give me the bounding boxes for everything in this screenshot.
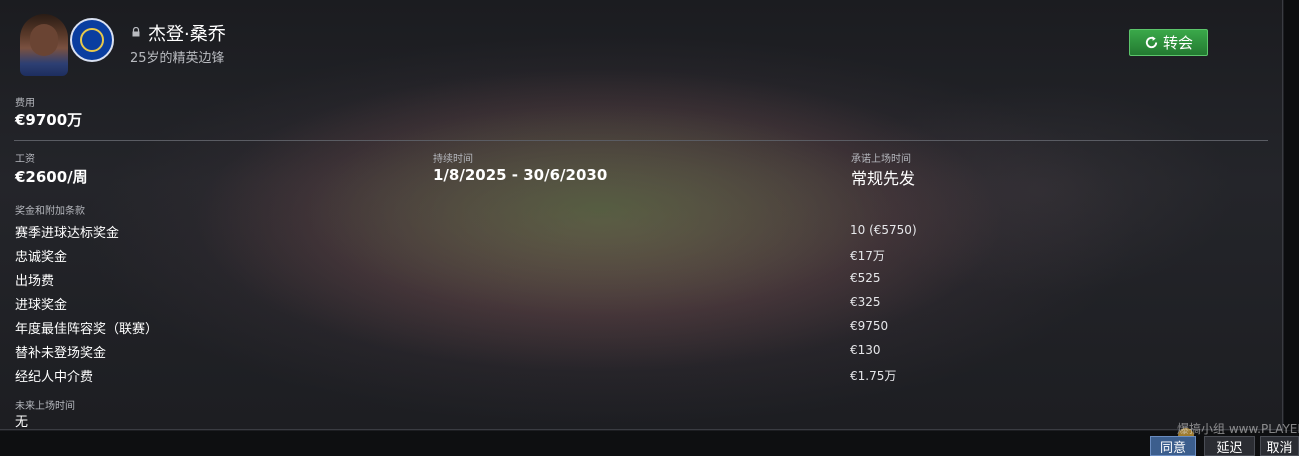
action-bar — [0, 431, 1299, 456]
bonus-row: 进球奖金 €325 — [14, 294, 1214, 316]
lock-icon — [132, 27, 140, 37]
duration-label: 持续时间 — [433, 154, 473, 165]
chelsea-badge-icon[interactable] — [70, 18, 114, 62]
player-description: 25岁的精英边锋 — [130, 51, 225, 66]
bonus-name: 替补未登场奖金 — [15, 346, 107, 361]
refresh-icon — [1145, 36, 1158, 49]
bonus-name: 经纪人中介费 — [15, 370, 94, 385]
bonus-value: €17万 — [850, 249, 885, 263]
future-playing-time-value: 无 — [15, 415, 29, 430]
transfer-button-label: 转会 — [1162, 34, 1193, 52]
badge-lion-icon — [80, 28, 104, 52]
player-name[interactable]: 杰登·桑乔 — [148, 20, 226, 46]
bonus-row: 替补未登场奖金 €130 — [14, 342, 1214, 364]
future-playing-time-label: 未来上场时间 — [15, 401, 75, 412]
bonus-value: €525 — [850, 271, 881, 285]
wage-value: €2600/周 — [15, 168, 88, 186]
player-avatar[interactable] — [20, 14, 68, 76]
bonus-row: 忠诚奖金 €17万 — [14, 246, 1214, 268]
watermark: 爆搞小组 www.PLAYER.CN — [1177, 422, 1299, 436]
wage-label: 工资 — [15, 154, 35, 165]
bonus-name: 出场费 — [15, 274, 55, 289]
bonus-name: 年度最佳阵容奖（联赛） — [15, 322, 159, 337]
bonus-name: 忠诚奖金 — [15, 250, 68, 265]
bonus-row: 年度最佳阵容奖（联赛） €9750 — [14, 318, 1214, 340]
delay-button[interactable]: 延迟 — [1204, 436, 1255, 456]
bonuses-label: 奖金和附加条款 — [15, 206, 85, 217]
bonus-value: €1.75万 — [850, 369, 897, 383]
player-face — [30, 24, 58, 56]
fee-label: 费用 — [15, 98, 35, 109]
duration-value: 1/8/2025 - 30/6/2030 — [433, 166, 608, 184]
cancel-button[interactable]: 取消 — [1260, 436, 1299, 456]
fee-value: €9700万 — [15, 111, 83, 129]
bonus-name: 进球奖金 — [15, 298, 68, 313]
playing-time-value: 常规先发 — [851, 169, 916, 188]
agree-button[interactable]: 同意 — [1150, 436, 1196, 456]
bonus-value: €325 — [850, 295, 881, 309]
bonus-row: 经纪人中介费 €1.75万 — [14, 366, 1214, 388]
player-header: 杰登·桑乔 25岁的精英边锋 转会 — [0, 0, 1283, 90]
bonus-row: 赛季进球达标奖金 10 (€5750) — [14, 222, 1214, 244]
bonus-value: €130 — [850, 343, 881, 357]
bonus-row: 出场费 €525 — [14, 270, 1214, 292]
bonus-value: €9750 — [850, 319, 889, 333]
divider — [14, 140, 1268, 141]
scrollbar[interactable] — [1284, 0, 1299, 430]
playing-time-label: 承诺上场时间 — [851, 154, 911, 165]
bonus-name: 赛季进球达标奖金 — [15, 226, 120, 241]
bonus-value: 10 (€5750) — [850, 223, 917, 237]
transfer-button[interactable]: 转会 — [1129, 29, 1208, 56]
